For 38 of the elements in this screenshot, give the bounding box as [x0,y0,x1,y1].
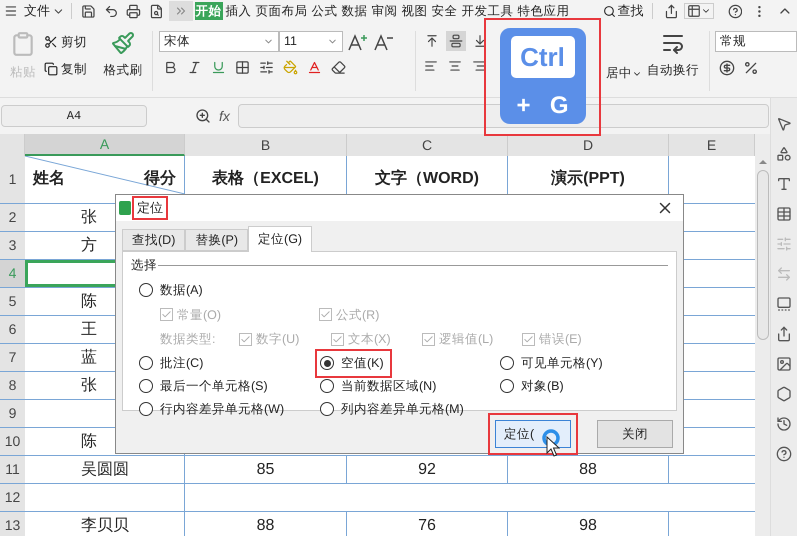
row-header: 8 [0,372,25,399]
dialog-title: 定位 [132,196,168,220]
key-label: G [550,91,568,121]
row-header: 4 [0,260,25,287]
radio-label: 列内容差异单元格(M) [341,400,464,418]
radio-label: 行内容差异单元格(W) [160,400,284,418]
checkbox-label: 错误(E) [539,331,582,348]
score-cell: 76 [347,512,508,536]
checkbox-label: 逻辑值(L) [439,331,494,348]
row-header: 2 [0,204,25,231]
row-header: 12 [0,484,25,511]
name-cell: 李贝贝 [25,512,185,536]
score-cell: 88 [185,512,347,536]
radio-label: 可见单元格(Y) [521,355,603,372]
row-header: 7 [0,344,25,371]
checkbox-label: 文本(X) [348,331,391,348]
score-cell: 92 [347,456,508,483]
header-text: 姓名 [33,168,65,189]
radio-label: 当前数据区域(N) [341,378,436,395]
header-text: 得分 [144,168,176,189]
row-header: 10 [0,428,25,455]
checkbox-label: 公式(R) [336,306,380,324]
checkbox-label: 数字(U) [256,331,300,348]
group-label: 选择 [131,257,157,274]
row-header: 13 [0,512,25,536]
row-header: 1 [0,156,25,203]
plus-sign: + [516,91,531,121]
row-header: 5 [0,288,25,315]
name-cell: 吴圆圆 [25,456,185,483]
radio-label: 空值(K) [341,355,384,372]
row-header: 11 [0,456,25,483]
row-header: 9 [0,400,25,427]
score-cell: 98 [508,512,669,536]
row-header: 3 [0,232,25,259]
key-label: Ctrl [510,36,574,78]
radio-label: 对象(B) [521,378,564,395]
score-cell: 85 [185,456,347,483]
row-header: 6 [0,316,25,343]
